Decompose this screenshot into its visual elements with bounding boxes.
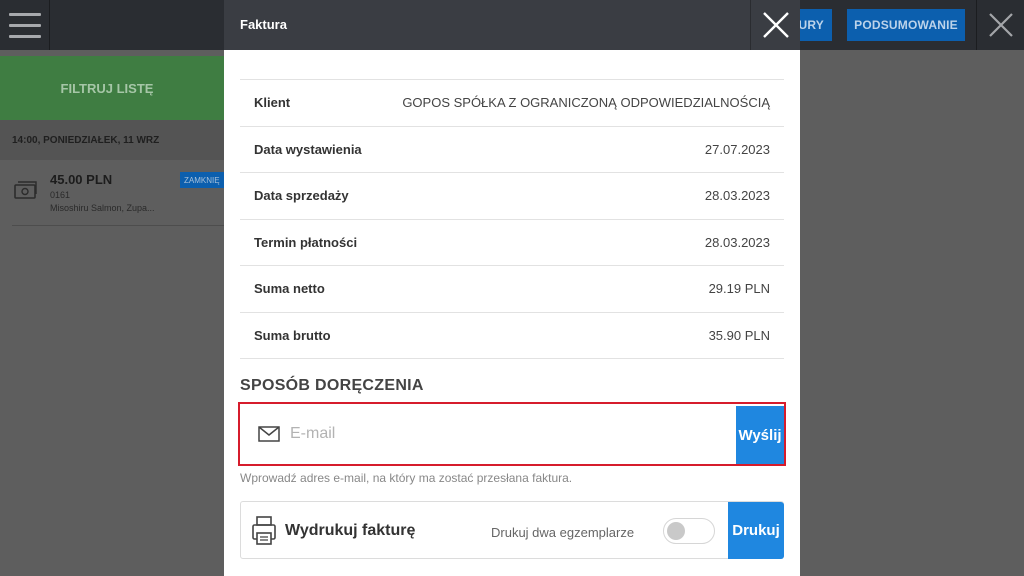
invoice-modal: Faktura Klient GOPOS SPÓŁKA Z OGRANICZON… (224, 0, 800, 576)
detail-label: Data sprzedaży (254, 188, 349, 204)
modal-close-button[interactable] (750, 0, 800, 50)
print-invoice-label: Wydrukuj fakturę (285, 522, 416, 539)
modal-header: Faktura (224, 0, 800, 50)
two-copies-label: Drukuj dwa egzemplarze (491, 525, 635, 540)
background-content (800, 50, 1024, 576)
detail-label: Data wystawienia (254, 141, 362, 157)
cash-icon (12, 176, 40, 204)
send-button[interactable]: Wyślij (736, 406, 784, 464)
email-field[interactable] (290, 418, 730, 450)
delivery-section-title: SPOSÓB DORĘCZENIA (240, 377, 424, 394)
order-number: 0161 (50, 190, 71, 200)
detail-row-issue-date: Data wystawienia 27.07.2023 (240, 127, 784, 173)
print-button[interactable]: Drukuj (728, 502, 784, 559)
filter-list-button[interactable]: FILTRUJ LISTĘ (0, 56, 224, 120)
email-helper-text: Wprowadź adres e-mail, na który ma zosta… (240, 471, 573, 485)
detail-row-gross-total: Suma brutto 35.90 PLN (240, 313, 784, 359)
menu-icon[interactable] (0, 0, 50, 50)
close-icon (762, 12, 789, 38)
detail-value: 28.03.2023 (704, 188, 770, 204)
detail-value: 35.90 PLN (708, 327, 770, 343)
detail-value: GOPOS SPÓŁKA Z OGRANICZONĄ ODPOWIEDZIALN… (402, 95, 770, 111)
detail-row-due-date: Termin płatności 28.03.2023 (240, 220, 784, 266)
detail-label: Suma brutto (254, 327, 331, 343)
print-invoice-box: Wydrukuj fakturę Drukuj dwa egzemplarze … (240, 501, 784, 559)
detail-label: Termin płatności (254, 234, 358, 250)
detail-label: Klient (254, 95, 291, 111)
detail-row-sale-date: Data sprzedaży 28.03.2023 (240, 173, 784, 220)
list-item[interactable]: 45.00 PLN 0161 Misoshiru Salmon, Zupa...… (12, 162, 230, 226)
date-header: 14:00, PONIEDZIAŁEK, 11 WRZ (0, 120, 224, 160)
detail-label: Suma netto (254, 281, 325, 297)
printer-icon (251, 516, 277, 551)
detail-row-client: Klient GOPOS SPÓŁKA Z OGRANICZONĄ ODPOWI… (240, 80, 784, 127)
close-icon[interactable] (976, 0, 1024, 50)
invoice-details: Klient GOPOS SPÓŁKA Z OGRANICZONĄ ODPOWI… (240, 79, 784, 359)
status-badge: ZAMKNIĘ (180, 172, 230, 188)
detail-value: 27.07.2023 (704, 141, 770, 157)
summary-button[interactable]: PODSUMOWANIE (847, 9, 965, 41)
order-list-panel: FILTRUJ LISTĘ 14:00, PONIEDZIAŁEK, 11 WR… (0, 50, 230, 576)
toggle-knob (667, 522, 685, 540)
email-delivery-box: Wyślij (238, 402, 786, 466)
two-copies-toggle[interactable] (663, 518, 715, 544)
modal-title: Faktura (240, 17, 287, 32)
detail-row-net-total: Suma netto 29.19 PLN (240, 266, 784, 313)
order-amount: 45.00 PLN (50, 172, 113, 187)
order-items: Misoshiru Salmon, Zupa... (50, 203, 155, 213)
detail-value: 28.03.2023 (704, 234, 770, 250)
detail-value: 29.19 PLN (708, 281, 770, 297)
envelope-icon (258, 426, 280, 447)
